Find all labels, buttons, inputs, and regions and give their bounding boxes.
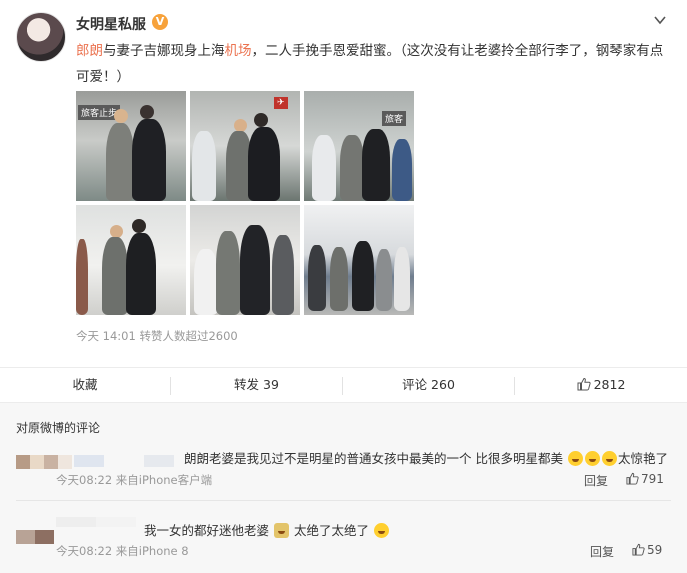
like-count: 2812 bbox=[593, 377, 626, 392]
repost-button[interactable]: 转发 39 bbox=[171, 368, 342, 402]
thumbs-up-icon bbox=[577, 377, 591, 391]
comment-like-button[interactable]: 59 bbox=[632, 543, 662, 557]
commenter-name[interactable] bbox=[74, 455, 174, 467]
comment-text: 我一女的都好迷他老婆 太绝了太绝了 bbox=[144, 520, 544, 539]
thumbs-up-icon bbox=[626, 472, 639, 485]
post-text-part: 与妻子吉娜现身上海 bbox=[103, 43, 225, 59]
comment-body: 我一女的都好迷他老婆 bbox=[144, 523, 270, 538]
location-link-airport[interactable]: 机场 bbox=[225, 43, 252, 59]
photo-thumbnail[interactable] bbox=[76, 205, 186, 315]
comment-meta: 今天08:22 来自iPhone客户端 bbox=[56, 473, 213, 487]
thumbs-up-icon bbox=[632, 543, 645, 556]
comment-like-count: 59 bbox=[647, 543, 663, 557]
comment-text: 朗朗老婆是我见过不是明星的普通女孩中最美的一个 比很多明星都美 太惊艳了 bbox=[184, 448, 674, 467]
commenter-name[interactable] bbox=[56, 517, 136, 527]
comment-like-count: 791 bbox=[641, 472, 664, 486]
username[interactable]: 女明星私服 bbox=[76, 14, 146, 34]
comment-body: 太惊艳了 bbox=[617, 451, 668, 466]
laughing-emoji-icon bbox=[584, 451, 600, 466]
chevron-down-icon[interactable] bbox=[652, 12, 668, 28]
photo-thumbnail[interactable] bbox=[304, 205, 414, 315]
photo-thumbnail[interactable]: 旅客 bbox=[304, 91, 414, 201]
like-button[interactable]: 2812 bbox=[515, 368, 687, 402]
reply-button[interactable]: 回复 bbox=[590, 543, 614, 560]
trophy-emoji-icon bbox=[274, 523, 289, 538]
comment-button[interactable]: 评论 260 bbox=[343, 368, 514, 402]
comments-header: 对原微博的评论 bbox=[16, 421, 101, 435]
reply-button[interactable]: 回复 bbox=[584, 472, 608, 489]
photo-grid: 旅客止步 ✈ 旅客 bbox=[76, 91, 416, 315]
commenter-avatar[interactable] bbox=[16, 530, 54, 544]
photo-thumbnail[interactable]: 旅客止步 bbox=[76, 91, 186, 201]
post-text: 郎朗与妻子吉娜现身上海机场，二人手挽手恩爱甜蜜。（这次没有让老婆拎全部行李了，钢… bbox=[76, 38, 666, 90]
comment-body: 太绝了太绝了 bbox=[293, 523, 369, 538]
post-timestamp: 今天 14:01 转赞人数超过2600 bbox=[76, 329, 238, 343]
weibo-post: 女明星私服 V 郎朗与妻子吉娜现身上海机场，二人手挽手恩爱甜蜜。（这次没有让老婆… bbox=[0, 0, 687, 367]
verified-badge-icon: V bbox=[152, 14, 168, 30]
comment-divider bbox=[16, 500, 671, 501]
action-bar: 收藏 转发 39 评论 260 2812 bbox=[0, 367, 687, 403]
comments-section: 对原微博的评论 朗朗老婆是我见过不是明星的普通女孩中最美的一个 比很多明星都美 … bbox=[0, 403, 687, 573]
laughing-emoji-icon bbox=[567, 451, 583, 466]
photo-thumbnail[interactable] bbox=[190, 205, 300, 315]
commenter-avatar[interactable] bbox=[16, 455, 72, 469]
photo-thumbnail[interactable]: ✈ bbox=[190, 91, 300, 201]
comment-body: 朗朗老婆是我见过不是明星的普通女孩中最美的一个 比很多明星都美 bbox=[184, 451, 563, 466]
topic-link-langlang[interactable]: 郎朗 bbox=[76, 43, 103, 59]
thumbs-up-emoji-icon bbox=[373, 523, 389, 538]
comment-like-button[interactable]: 791 bbox=[626, 472, 664, 486]
laughing-emoji-icon bbox=[601, 451, 617, 466]
user-avatar[interactable] bbox=[16, 12, 66, 62]
collect-button[interactable]: 收藏 bbox=[0, 368, 170, 402]
comment-meta: 今天08:22 来自iPhone 8 bbox=[56, 544, 189, 558]
